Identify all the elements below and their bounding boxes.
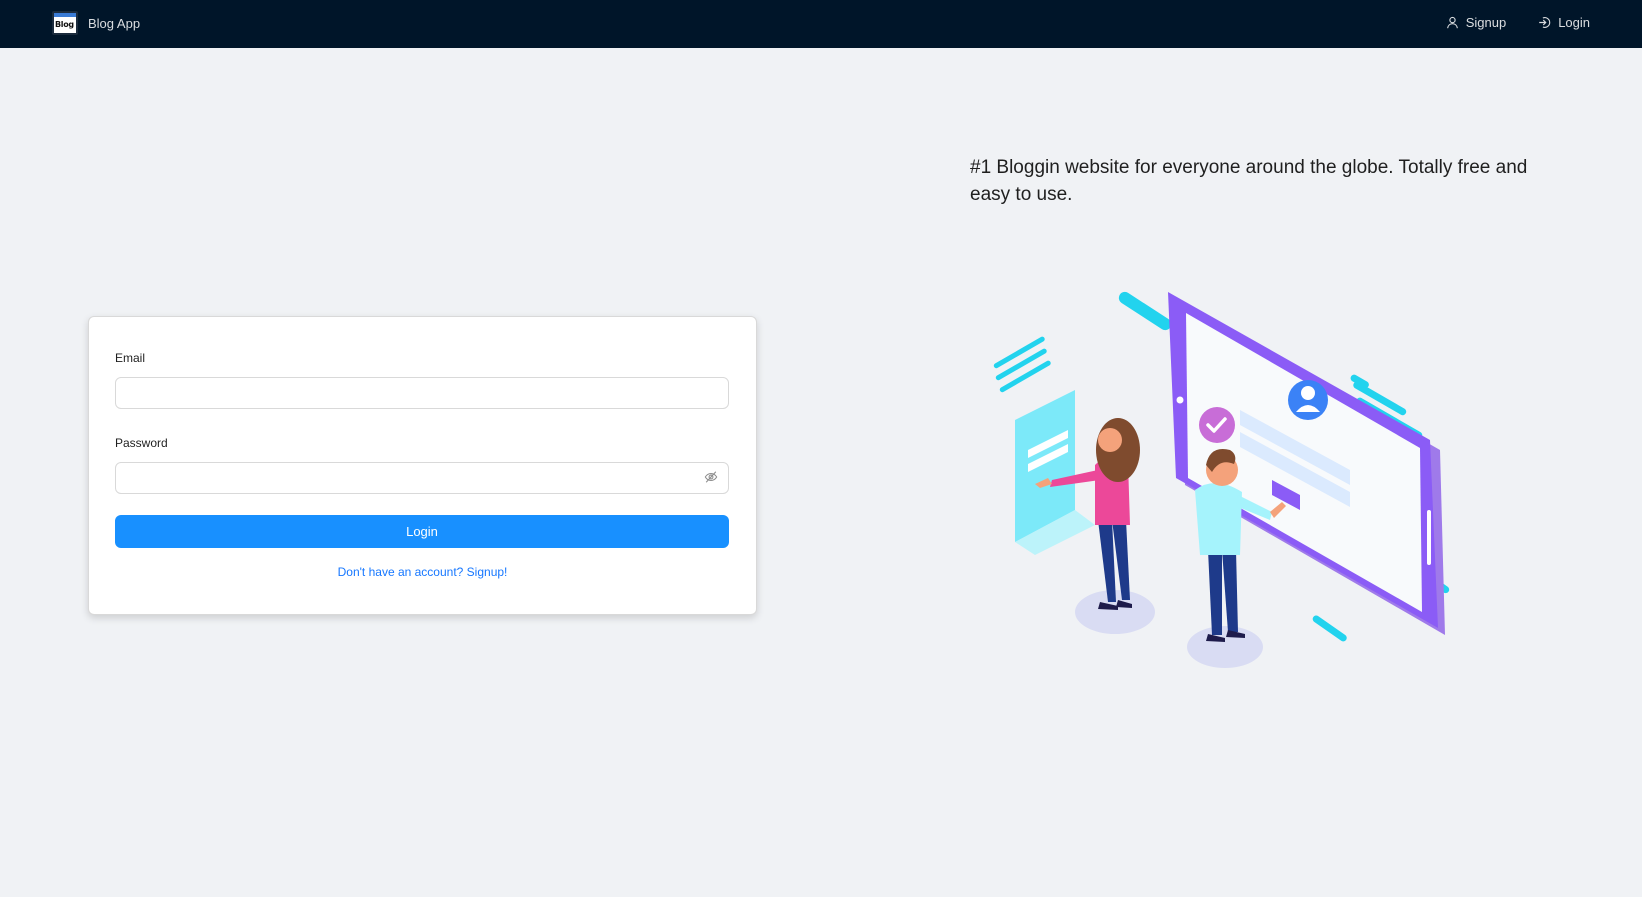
signup-link[interactable]: Don't have an account? Signup! <box>89 565 756 579</box>
eye-invisible-icon[interactable] <box>704 470 718 484</box>
brand-name: Blog App <box>88 15 141 31</box>
nav-menu: Signup Login <box>1446 0 1590 44</box>
top-navbar: Blog Blog App Signup Login <box>0 0 1642 48</box>
login-arrow-icon <box>1539 16 1551 28</box>
check-badge-icon <box>1199 407 1235 443</box>
user-icon <box>1446 16 1458 28</box>
brand-home-link[interactable]: Blog Blog App <box>52 11 140 35</box>
hero-tagline: #1 Bloggin website for everyone around t… <box>970 157 1528 205</box>
nav-signup-link[interactable]: Signup <box>1446 15 1506 30</box>
email-field[interactable] <box>115 377 729 409</box>
email-label: Email <box>115 351 146 365</box>
blog-logo-icon: Blog <box>52 11 78 35</box>
login-submit-button[interactable]: Login <box>115 515 729 548</box>
password-field[interactable] <box>115 462 729 494</box>
nav-signup-label: Signup <box>1465 14 1507 30</box>
nav-login-link[interactable]: Login <box>1538 15 1590 30</box>
nav-login-label: Login <box>1558 14 1590 30</box>
document-panel <box>1015 390 1095 555</box>
login-illustration <box>993 291 1450 668</box>
login-card: Email Password Login Don't have an accou… <box>88 316 757 615</box>
password-label: Password <box>115 436 168 450</box>
logo-text: Blog <box>55 20 74 29</box>
